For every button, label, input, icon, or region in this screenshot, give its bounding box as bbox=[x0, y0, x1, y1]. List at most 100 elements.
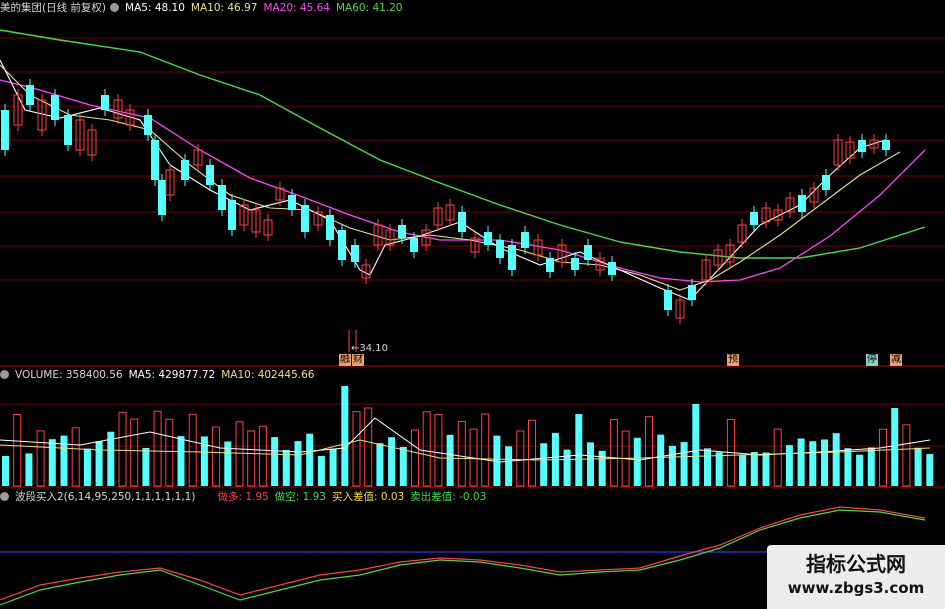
ma60-label: MA60: 41.20 bbox=[335, 2, 403, 14]
candle-down bbox=[584, 245, 592, 260]
volume-bar-down bbox=[399, 446, 407, 486]
volume-bar-down bbox=[762, 452, 770, 486]
volume-bar-down bbox=[715, 452, 723, 486]
volume-bar-down bbox=[750, 452, 758, 486]
bear-label: 做空: 1.93 bbox=[274, 491, 326, 503]
volume-bar-up bbox=[71, 427, 80, 487]
ma20-label: MA20: 45.64 bbox=[263, 2, 330, 14]
volume-bar-up bbox=[118, 411, 127, 487]
volume-bar-down bbox=[540, 443, 548, 486]
candle-down bbox=[158, 180, 166, 215]
volume-bar-down bbox=[446, 434, 454, 486]
candle-down bbox=[1, 110, 9, 150]
event-tag-reduce[interactable]: 减 bbox=[890, 354, 902, 366]
volume-bar-down bbox=[341, 386, 349, 486]
volume-bar-up bbox=[153, 410, 162, 487]
sell-diff-label: 卖出差值: -0.03 bbox=[410, 491, 487, 503]
volume-bar-down bbox=[25, 453, 33, 486]
volume-bar-down bbox=[95, 441, 103, 486]
candle-down bbox=[822, 175, 830, 190]
bull-label: 做多: 1.95 bbox=[217, 491, 269, 503]
volume-bar-up bbox=[36, 430, 45, 487]
volume-bar-up bbox=[13, 414, 22, 487]
volume-bar-down bbox=[294, 441, 302, 486]
candle-down bbox=[410, 238, 418, 252]
volume-bar-up bbox=[188, 413, 197, 487]
volume-bar-up bbox=[516, 430, 525, 487]
volume-bar-up bbox=[457, 420, 466, 487]
candle-down bbox=[496, 240, 504, 258]
volume-legend: VOLUME: 358400.56 MA5: 429877.72 MA10: 402… bbox=[0, 367, 320, 383]
candle-down bbox=[26, 85, 34, 105]
candle-down bbox=[144, 115, 152, 135]
ma10-label: MA10: 46.97 bbox=[190, 2, 258, 14]
candle-down bbox=[858, 140, 866, 152]
candle-down bbox=[338, 230, 346, 260]
candle-down bbox=[51, 95, 59, 120]
volume-bar-down bbox=[633, 437, 641, 486]
volume-settings-icon[interactable] bbox=[0, 370, 9, 379]
volume-bar-down bbox=[282, 449, 290, 486]
volume-ma5-label: MA5: 429877.72 bbox=[128, 369, 216, 381]
volume-bar-down bbox=[856, 454, 864, 486]
volume-bar-up bbox=[422, 411, 431, 487]
volume-bar-down bbox=[844, 448, 852, 486]
volume-bar-up bbox=[645, 416, 653, 487]
stock-chart[interactable] bbox=[0, 0, 945, 609]
volume-bar-down bbox=[832, 433, 840, 486]
candle-down bbox=[882, 140, 890, 150]
settings-icon[interactable] bbox=[110, 3, 120, 12]
volume-bar-down bbox=[376, 443, 384, 486]
candle-down bbox=[181, 160, 189, 180]
candle-down bbox=[664, 290, 672, 310]
volume-bar-up bbox=[902, 424, 911, 487]
volume-bar-down bbox=[668, 445, 676, 486]
candle-down bbox=[546, 258, 554, 272]
volume-bar-down bbox=[867, 447, 875, 486]
price-legend: 美的集团(日线 前复权) MA5: 48.10 MA10: 46.97 MA20: 4… bbox=[0, 0, 409, 16]
candle-down bbox=[688, 285, 696, 300]
volume-bar-down bbox=[704, 448, 711, 486]
volume-bar-up bbox=[235, 421, 244, 487]
event-tag-finance[interactable]: 财 bbox=[352, 354, 364, 366]
candle-down bbox=[508, 245, 516, 270]
volume-bar-down bbox=[2, 456, 9, 486]
candle-down bbox=[326, 215, 334, 240]
volume-ma10-label: MA10: 402445.66 bbox=[221, 369, 315, 381]
volume-bar-down bbox=[657, 434, 665, 486]
volume-bar-down bbox=[48, 439, 56, 486]
candle-down bbox=[101, 95, 109, 110]
indicator-title: 波段买入2(6,14,95,250,1,1,1,1,1,1) bbox=[15, 491, 196, 503]
ma20-line bbox=[0, 79, 926, 283]
candle-down bbox=[288, 195, 296, 210]
volume-bar-down bbox=[891, 408, 899, 486]
volume-bar-up bbox=[879, 428, 887, 487]
volume-bar-up bbox=[352, 411, 361, 487]
volume-bar-up bbox=[773, 428, 782, 487]
ma10-line bbox=[0, 64, 901, 291]
volume-bar-down bbox=[809, 441, 817, 486]
volume-bar-up bbox=[212, 426, 221, 487]
event-tag-forecast[interactable]: 预 bbox=[727, 354, 739, 366]
volume-bar-down bbox=[680, 442, 688, 486]
volume-bar-down bbox=[598, 450, 606, 486]
volume-bar-up bbox=[258, 425, 267, 487]
volume-bar-up bbox=[411, 429, 419, 487]
candle-down bbox=[458, 212, 466, 232]
volume-bar-down bbox=[60, 435, 68, 486]
volume-bar-down bbox=[317, 455, 325, 486]
volume-bar-down bbox=[329, 448, 337, 486]
volume-bar-down bbox=[271, 437, 279, 486]
volume-bar-down bbox=[563, 449, 571, 486]
candle-down bbox=[750, 212, 758, 225]
buy-diff-label: 买入差值: 0.03 bbox=[331, 491, 405, 503]
volume-bar-up bbox=[528, 419, 536, 487]
event-tag-suspend[interactable]: 停 bbox=[866, 354, 878, 366]
volume-bar-down bbox=[821, 439, 828, 486]
candle-down bbox=[301, 205, 309, 232]
volume-bar-down bbox=[692, 404, 700, 486]
volume-bar-down bbox=[739, 455, 747, 486]
indicator-settings-icon[interactable] bbox=[0, 492, 9, 501]
candle-down bbox=[351, 245, 359, 262]
event-tag-margin[interactable]: 融 bbox=[339, 354, 351, 366]
